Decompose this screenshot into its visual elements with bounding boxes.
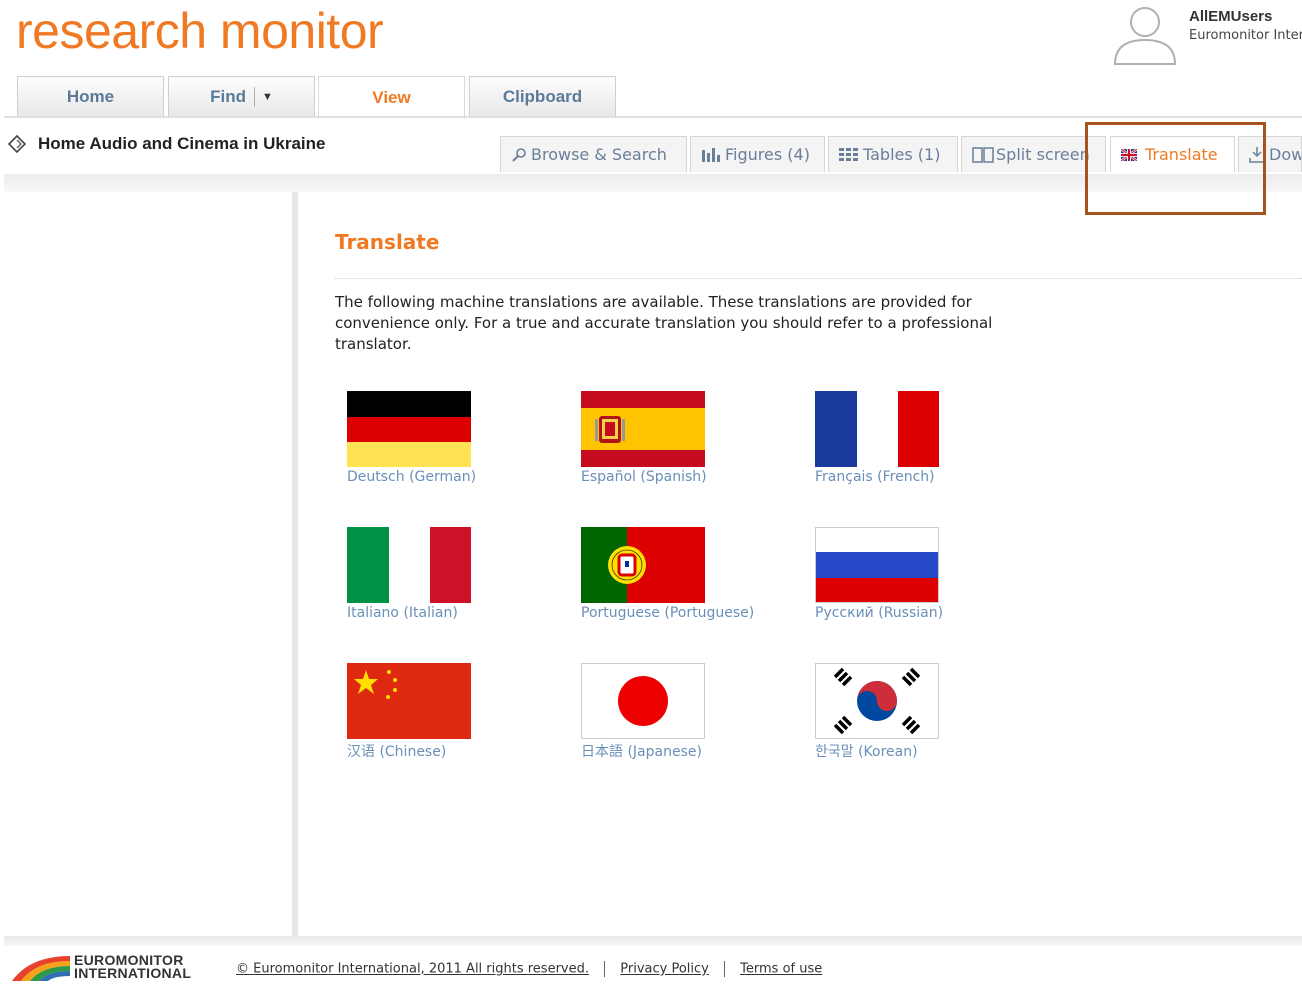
chinese-flag-icon[interactable]	[347, 663, 471, 739]
sidebar-divider	[292, 192, 298, 936]
spanish-flag-icon[interactable]	[581, 391, 705, 467]
footer-links: © Euromonitor International, 2011 All ri…	[236, 961, 822, 977]
document-icon	[8, 135, 26, 153]
divider	[4, 116, 1302, 118]
intro-text: The following machine translations are a…	[335, 293, 993, 353]
italian-flag-icon[interactable]	[347, 527, 471, 603]
tab-tables-label: Tables (1)	[863, 145, 941, 164]
tab-view[interactable]: View	[318, 76, 465, 119]
divider	[335, 278, 1302, 279]
divider	[724, 961, 726, 977]
document-title: Home Audio and Cinema in Ukraine	[38, 134, 326, 153]
language-link[interactable]: Portuguese (Portuguese)	[581, 605, 754, 621]
tab-find-label: Find	[210, 87, 246, 106]
language-option-german[interactable]: Deutsch (German)	[347, 391, 476, 485]
tab-figures-label: Figures (4)	[725, 145, 810, 164]
page-title: Home Audio and Cinema in Ukraine	[8, 134, 325, 154]
tab-figures[interactable]: Figures (4)	[690, 136, 825, 172]
tab-split-screen-label: Split screen	[996, 145, 1090, 164]
rainbow-logo-icon	[12, 954, 70, 985]
divider	[604, 961, 606, 977]
copyright-link[interactable]: © Euromonitor International, 2011 All ri…	[236, 962, 589, 977]
language-option-portuguese[interactable]: Portuguese (Portuguese)	[581, 527, 754, 621]
split-screen-icon	[972, 146, 994, 163]
language-link[interactable]: Français (French)	[815, 469, 939, 485]
tab-clipboard-label: Clipboard	[502, 87, 583, 106]
chevron-down-icon[interactable]: ▼	[262, 91, 273, 103]
tab-download-label: Download	[1269, 145, 1301, 164]
language-option-russian[interactable]: Русский (Russian)	[815, 527, 943, 621]
tab-find[interactable]: Find ▼	[168, 76, 315, 117]
bar-chart-icon	[701, 147, 721, 163]
french-flag-icon[interactable]	[815, 391, 939, 467]
language-option-chinese[interactable]: 汉语 (Chinese)	[347, 663, 471, 761]
language-link[interactable]: Italiano (Italian)	[347, 605, 471, 621]
user-name: AllEMUsers	[1189, 8, 1273, 25]
portuguese-flag-icon[interactable]	[581, 527, 705, 603]
logo-line-2: INTERNATIONAL	[74, 965, 192, 981]
tab-clipboard[interactable]: Clipboard	[469, 76, 616, 117]
app-logo[interactable]: research monitor	[16, 2, 384, 60]
language-link[interactable]: Русский (Russian)	[815, 605, 943, 621]
avatar[interactable]	[1112, 4, 1178, 66]
language-link[interactable]: 汉语 (Chinese)	[347, 741, 471, 761]
tab-view-label: View	[372, 88, 411, 107]
user-org: Euromonitor International	[1189, 28, 1302, 43]
tab-browse-search-label: Browse & Search	[531, 145, 667, 164]
japanese-flag-icon[interactable]	[581, 663, 705, 739]
tab-home[interactable]: Home	[17, 76, 164, 117]
terms-of-use-link[interactable]: Terms of use	[740, 962, 822, 977]
logo-text: EUROMONITOR INTERNATIONAL	[74, 953, 192, 981]
language-link[interactable]: Deutsch (German)	[347, 469, 476, 485]
language-option-french[interactable]: Français (French)	[815, 391, 939, 485]
language-option-korean[interactable]: 한국말 (Korean)	[815, 663, 939, 761]
language-link[interactable]: 한국말 (Korean)	[815, 741, 939, 761]
tab-browse-search[interactable]: Browse & Search	[500, 136, 687, 172]
user-panel[interactable]: AllEMUsers Euromonitor International	[1112, 4, 1302, 68]
language-option-italian[interactable]: Italiano (Italian)	[347, 527, 471, 621]
tab-home-label: Home	[66, 87, 115, 106]
section-heading: Translate	[335, 230, 440, 254]
privacy-policy-link[interactable]: Privacy Policy	[620, 962, 709, 977]
german-flag-icon[interactable]	[347, 391, 471, 467]
divider	[254, 87, 255, 107]
search-icon	[511, 147, 527, 163]
euromonitor-logo[interactable]: EUROMONITOR INTERNATIONAL	[12, 953, 192, 985]
divider	[4, 936, 1302, 946]
tab-tables[interactable]: Tables (1)	[828, 136, 958, 172]
table-icon	[839, 147, 859, 162]
russian-flag-icon[interactable]	[815, 527, 939, 603]
highlight-box	[1085, 122, 1266, 215]
language-link[interactable]: Español (Spanish)	[581, 469, 707, 485]
language-link[interactable]: 日本語 (Japanese)	[581, 741, 705, 761]
language-option-spanish[interactable]: Español (Spanish)	[581, 391, 707, 485]
language-option-japanese[interactable]: 日本語 (Japanese)	[581, 663, 705, 761]
korean-flag-icon[interactable]	[815, 663, 939, 739]
